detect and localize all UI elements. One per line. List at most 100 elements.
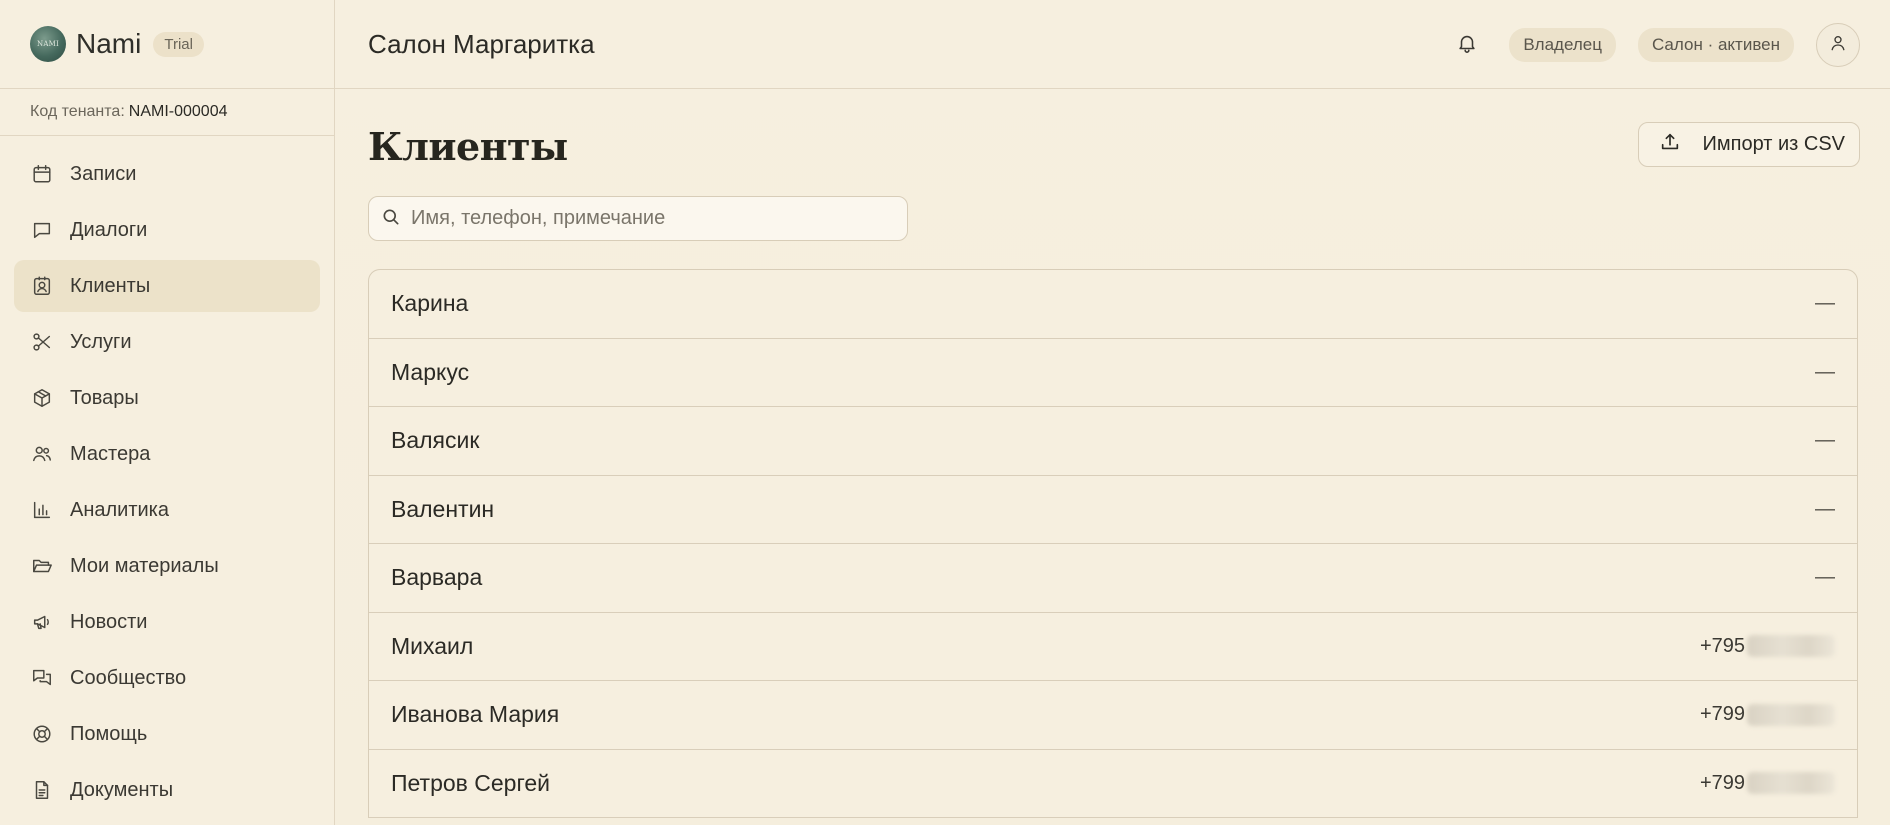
- client-phone: +799: [1700, 772, 1835, 795]
- chat-bubble-icon: [30, 218, 54, 242]
- sidebar-item-label: Помощь: [70, 722, 148, 745]
- sidebar-item-label: Услуги: [70, 330, 132, 353]
- client-row[interactable]: Варвара —: [369, 544, 1857, 613]
- client-phone: +795: [1700, 635, 1835, 658]
- sidebar-item-services[interactable]: Услуги: [14, 316, 320, 368]
- sidebar-item-my-materials[interactable]: Мои материалы: [14, 540, 320, 592]
- sidebar-item-label: Мои материалы: [70, 554, 219, 577]
- client-phone: —: [1815, 429, 1835, 452]
- notifications-button[interactable]: [1447, 25, 1487, 65]
- client-phone-text: —: [1815, 292, 1835, 315]
- salon-status-badge: Салон · активен: [1637, 27, 1794, 62]
- client-phone-text: +799: [1699, 771, 1745, 794]
- megaphone-icon: [30, 610, 54, 634]
- sidebar-item-documents[interactable]: Документы: [14, 764, 320, 816]
- document-icon: [30, 778, 54, 802]
- redacted-phone-digits: [1747, 772, 1835, 795]
- tenant-code-value: NAMI-000004: [128, 103, 228, 120]
- client-name: Иванова Мария: [391, 701, 560, 728]
- topbar: Салон Маргаритка Владелец Салон · активе…: [335, 0, 1890, 89]
- client-phone-text: —: [1815, 429, 1835, 452]
- client-phone-text: —: [1815, 566, 1835, 589]
- client-phone-text: —: [1815, 497, 1835, 520]
- search-input[interactable]: [409, 206, 889, 231]
- client-row[interactable]: Михаил +795: [369, 613, 1857, 681]
- brand-logo[interactable]: NAMI: [30, 26, 66, 62]
- import-csv-button[interactable]: Импорт из CSV: [1637, 122, 1860, 167]
- clients-list: Карина — Маркус — Валясик — Валентин — Варвара — М…: [368, 269, 1858, 818]
- search-icon: [381, 207, 409, 231]
- folder-open-icon: [30, 554, 54, 578]
- sidebar-item-label: Новости: [70, 610, 148, 633]
- salon-title: Салон Маргаритка: [368, 28, 595, 59]
- brand-logo-text: NAMI: [37, 40, 59, 48]
- import-csv-label: Импорт из CSV: [1702, 133, 1846, 155]
- sidebar-item-label: Мастера: [70, 442, 151, 465]
- client-name: Михаил: [391, 632, 474, 659]
- client-row[interactable]: Валясик —: [369, 407, 1857, 476]
- search-box: [368, 196, 908, 241]
- client-row[interactable]: Маркус —: [369, 339, 1857, 407]
- tenant-code-row: Код тенанта: NAMI-000004: [0, 89, 334, 136]
- messages-icon: [30, 666, 54, 690]
- sidebar-item-products[interactable]: Товары: [14, 372, 320, 424]
- calendar-icon: [30, 162, 54, 186]
- package-icon: [30, 386, 54, 410]
- client-name: Варвара: [391, 564, 483, 591]
- client-phone: —: [1815, 566, 1835, 589]
- sidebar-item-label: Документы: [70, 778, 174, 801]
- client-phone: —: [1815, 361, 1835, 384]
- client-name: Маркус: [391, 358, 470, 385]
- sidebar: NAMI Nami Trial Код тенанта: NAMI-000004…: [0, 0, 335, 825]
- brand-name: Nami: [76, 28, 142, 59]
- sidebar-item-analytics[interactable]: Аналитика: [14, 484, 320, 536]
- sidebar-item-masters[interactable]: Мастера: [14, 428, 320, 480]
- client-phone-text: +795: [1699, 634, 1745, 657]
- user-icon: [1828, 33, 1848, 57]
- sidebar-item-dialogs[interactable]: Диалоги: [14, 204, 320, 256]
- user-avatar-button[interactable]: [1816, 22, 1860, 67]
- client-row[interactable]: Иванова Мария +799: [369, 681, 1857, 750]
- users-icon: [30, 442, 54, 466]
- sidebar-nav: Записи Диалоги Клиенты Услуги Товары Мас…: [0, 136, 334, 816]
- redacted-phone-digits: [1747, 635, 1835, 658]
- sidebar-item-label: Аналитика: [70, 498, 169, 521]
- client-name: Петров Сергей: [391, 769, 551, 796]
- role-badge: Владелец: [1509, 27, 1616, 62]
- sidebar-item-label: Сообщество: [70, 666, 187, 689]
- plan-badge: Trial: [153, 31, 204, 57]
- sidebar-item-label: Диалоги: [70, 218, 148, 241]
- sidebar-item-clients[interactable]: Клиенты: [14, 260, 320, 312]
- client-row[interactable]: Петров Сергей +799: [369, 750, 1857, 818]
- sidebar-item-help[interactable]: Помощь: [14, 708, 320, 760]
- client-phone-text: +799: [1699, 703, 1745, 726]
- main-area: Салон Маргаритка Владелец Салон · активе…: [335, 0, 1890, 825]
- scissors-icon: [30, 330, 54, 354]
- contact-card-icon: [30, 274, 54, 298]
- bell-icon: [1456, 32, 1478, 58]
- sidebar-item-news[interactable]: Новости: [14, 596, 320, 648]
- lifebuoy-icon: [30, 722, 54, 746]
- page-title: Клиенты: [368, 124, 568, 169]
- redacted-phone-digits: [1747, 703, 1835, 726]
- client-phone: —: [1815, 498, 1835, 521]
- brand: NAMI Nami Trial: [0, 0, 334, 89]
- client-name: Валентин: [391, 495, 495, 522]
- client-phone-text: —: [1815, 360, 1835, 383]
- tenant-code-label: Код тенанта:: [30, 103, 125, 120]
- sidebar-item-community[interactable]: Сообщество: [14, 652, 320, 704]
- client-row[interactable]: Карина —: [369, 270, 1857, 339]
- app-window: NAMI Nami Trial Код тенанта: NAMI-000004…: [0, 0, 1890, 825]
- client-phone: +799: [1700, 703, 1835, 726]
- client-name: Валясик: [391, 427, 480, 454]
- bar-chart-icon: [30, 498, 54, 522]
- upload-icon: [1659, 131, 1703, 159]
- sidebar-item-label: Записи: [70, 162, 137, 185]
- sidebar-item-label: Клиенты: [70, 274, 151, 297]
- client-name: Карина: [391, 290, 469, 317]
- topbar-actions: Владелец Салон · активен: [1447, 0, 1860, 89]
- client-row[interactable]: Валентин —: [369, 476, 1857, 544]
- sidebar-item-appointments[interactable]: Записи: [14, 148, 320, 200]
- sidebar-item-label: Товары: [70, 386, 139, 409]
- client-phone: —: [1815, 292, 1835, 315]
